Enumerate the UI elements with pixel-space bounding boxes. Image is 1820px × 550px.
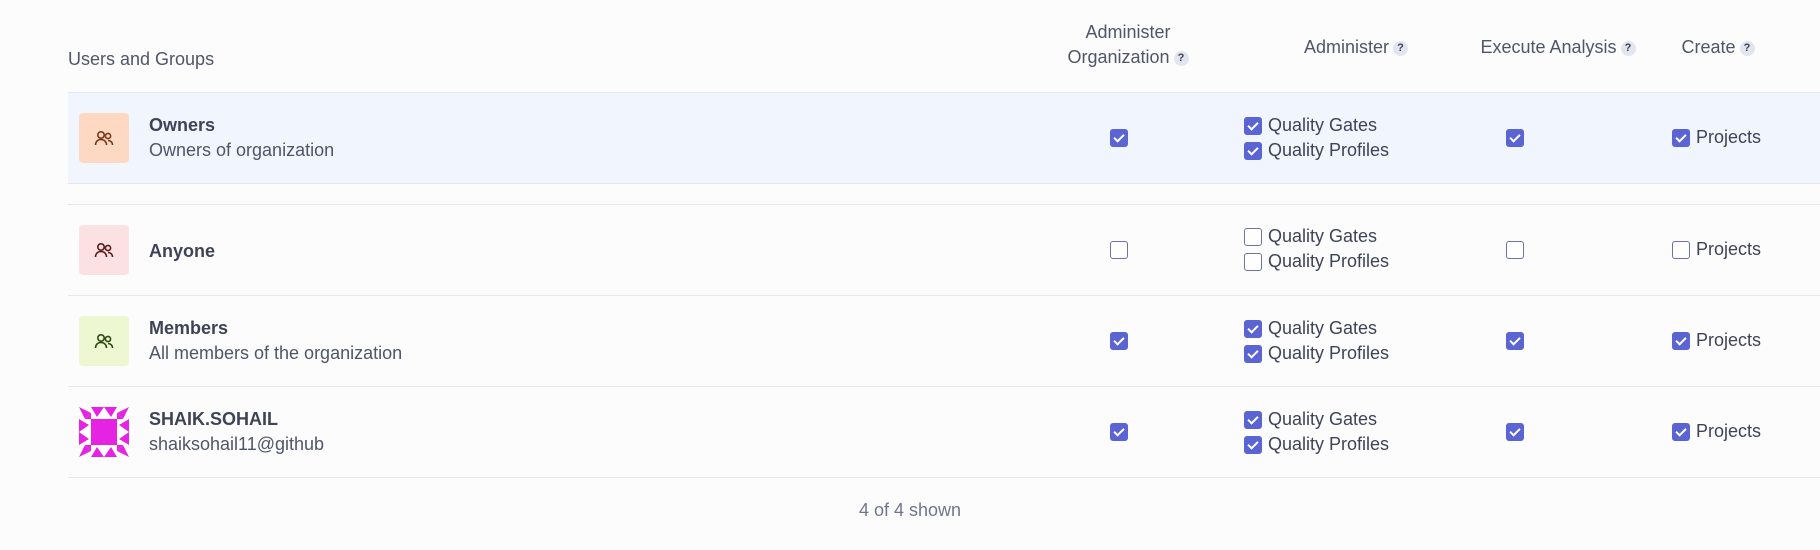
table-row: SHAIK.SOHAIL shaiksohail11@github Qualit…: [68, 387, 1820, 478]
administer-org-checkbox[interactable]: [1110, 423, 1128, 441]
execute-analysis-checkbox[interactable]: [1506, 332, 1524, 350]
administer-org-checkbox[interactable]: [1110, 332, 1128, 350]
projects-label: Projects: [1696, 127, 1762, 147]
projects-label: Projects: [1696, 421, 1762, 441]
results-count: 4 of 4 shown: [858, 500, 962, 520]
header-create-label: Create: [1681, 37, 1736, 57]
group-icon: [94, 242, 114, 258]
group-name: Owners: [149, 115, 216, 135]
group-avatar: [79, 225, 129, 275]
quality-profiles-checkbox[interactable]: [1244, 345, 1262, 363]
quality-profiles-checkbox[interactable]: [1244, 253, 1262, 271]
table-row: Members All members of the organization …: [68, 296, 1820, 387]
group-icon: [94, 333, 114, 349]
execute-analysis-checkbox[interactable]: [1506, 241, 1524, 259]
header-administer: Administer?: [1266, 35, 1446, 60]
projects-label: Projects: [1696, 330, 1762, 350]
help-icon[interactable]: ?: [1739, 40, 1755, 56]
quality-profiles-label: Quality Profiles: [1268, 251, 1390, 271]
quality-profiles-label: Quality Profiles: [1268, 434, 1390, 454]
projects-checkbox[interactable]: [1672, 241, 1690, 259]
quality-gates-checkbox[interactable]: [1244, 228, 1262, 246]
projects-checkbox[interactable]: [1672, 423, 1690, 441]
help-icon[interactable]: ?: [1173, 50, 1189, 66]
quality-gates-label: Quality Gates: [1268, 409, 1378, 429]
group-icon: [94, 130, 114, 146]
user-login: shaiksohail11@github: [149, 434, 325, 454]
group-description: All members of the organization: [149, 343, 403, 363]
table-row: Owners Owners of organization Quality Ga…: [68, 92, 1820, 184]
group-avatar: [79, 316, 129, 366]
administer-org-checkbox[interactable]: [1110, 129, 1128, 147]
group-name: Anyone: [149, 241, 216, 261]
group-avatar: [79, 113, 129, 163]
execute-analysis-checkbox[interactable]: [1506, 129, 1524, 147]
table-row: Anyone Quality Gates Quality Profiles Pr…: [68, 204, 1820, 296]
header-users-groups: Users and Groups: [68, 49, 215, 69]
header-administer-label: Administer: [1303, 37, 1390, 57]
help-icon[interactable]: ?: [1620, 40, 1636, 56]
group-description: Owners of organization: [149, 140, 335, 160]
header-execute-analysis-label: Execute Analysis: [1480, 37, 1617, 57]
quality-profiles-checkbox[interactable]: [1244, 436, 1262, 454]
quality-profiles-checkbox[interactable]: [1244, 142, 1262, 160]
header-administer-organization: Administer Organization?: [1028, 20, 1228, 70]
header-administer-org-line1: Administer: [1085, 22, 1171, 42]
header-create: Create?: [1658, 35, 1778, 60]
projects-checkbox[interactable]: [1672, 332, 1690, 350]
projects-label: Projects: [1696, 239, 1762, 259]
header-administer-org-line2: Organization: [1067, 47, 1170, 67]
quality-profiles-label: Quality Profiles: [1268, 140, 1390, 160]
quality-gates-checkbox[interactable]: [1244, 411, 1262, 429]
quality-gates-checkbox[interactable]: [1244, 320, 1262, 338]
header-execute-analysis: Execute Analysis?: [1448, 35, 1668, 60]
administer-org-checkbox[interactable]: [1110, 241, 1128, 259]
help-icon[interactable]: ?: [1393, 40, 1409, 56]
quality-profiles-label: Quality Profiles: [1268, 343, 1390, 363]
quality-gates-label: Quality Gates: [1268, 115, 1378, 135]
quality-gates-checkbox[interactable]: [1244, 117, 1262, 135]
user-name: SHAIK.SOHAIL: [149, 409, 279, 429]
user-avatar: [79, 407, 129, 457]
execute-analysis-checkbox[interactable]: [1506, 423, 1524, 441]
group-name: Members: [149, 318, 229, 338]
quality-gates-label: Quality Gates: [1268, 226, 1378, 246]
identicon-icon: [79, 407, 129, 457]
projects-checkbox[interactable]: [1672, 129, 1690, 147]
quality-gates-label: Quality Gates: [1268, 318, 1378, 338]
